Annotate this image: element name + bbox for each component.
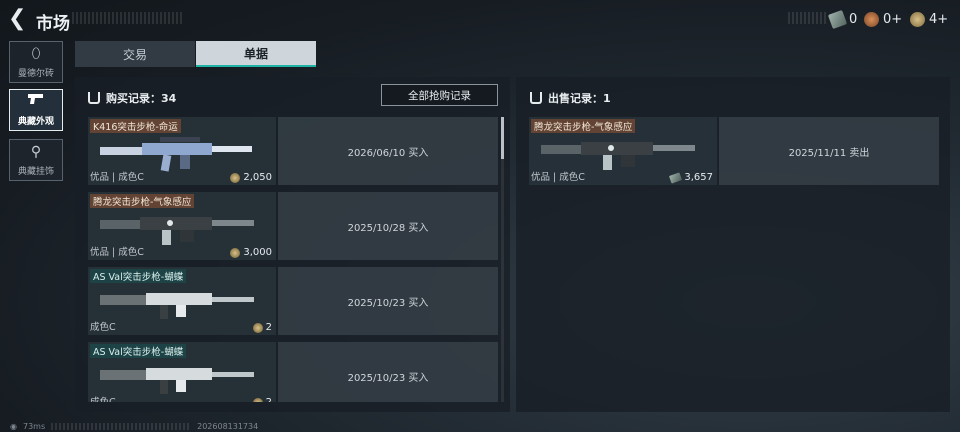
sidebar-item-label: 典藏挂饰 bbox=[17, 167, 54, 177]
currency-bronze-value: 0+ bbox=[883, 11, 903, 27]
tab-trade[interactable]: 交易 bbox=[75, 41, 195, 67]
item-price: 2,050 bbox=[230, 172, 272, 183]
ping-readout: 73ms bbox=[22, 421, 46, 431]
item-grade: 成色C bbox=[90, 322, 116, 333]
item-card: 腾龙突击步枪-气象感应 优品 | 成色C 3,657 bbox=[529, 117, 717, 185]
rifle-image bbox=[100, 137, 252, 172]
title-decoration bbox=[72, 12, 182, 24]
item-name: AS Val突击步枪-蝴蝶 bbox=[90, 344, 187, 358]
page-title: 市场 bbox=[36, 14, 70, 34]
sidebar-item-collection-skins[interactable]: 典藏外观 bbox=[9, 89, 63, 131]
item-price: 3,000 bbox=[230, 247, 272, 258]
list-item[interactable]: AS Val突击步枪-蝴蝶 成色C 2 2025/10/23 买入 bbox=[88, 342, 498, 402]
rifle-image bbox=[100, 217, 254, 245]
price-value: 3,657 bbox=[684, 172, 713, 183]
buy-records-header: 购买记录：34 bbox=[88, 90, 176, 106]
rifle-image bbox=[100, 293, 254, 319]
coin-bronze-icon bbox=[864, 11, 879, 27]
sidebar-item-label: 曼德尔砖 bbox=[17, 69, 54, 79]
tab-orders[interactable]: 单据 bbox=[196, 41, 316, 67]
brick-icon: ⬯ bbox=[31, 46, 41, 62]
charm-icon: ⚲ bbox=[30, 144, 42, 160]
rifle-image bbox=[541, 142, 695, 170]
sidebar-item-collection-charms[interactable]: ⚲ 典藏挂饰 bbox=[9, 139, 63, 181]
sell-records-header: 出售记录：1 bbox=[530, 90, 611, 106]
scrollbar-thumb[interactable] bbox=[501, 117, 504, 159]
coin-gold-icon bbox=[252, 397, 263, 402]
status-bar: ◉ 73ms 202608131734 bbox=[10, 420, 330, 432]
currency-gold-value: 4+ bbox=[929, 11, 949, 27]
list-item[interactable]: AS Val突击步枪-蝴蝶 成色C 2 2025/10/23 买入 bbox=[88, 267, 498, 335]
currency-bronze[interactable]: 0+ bbox=[864, 10, 902, 28]
item-grade: 优品 | 成色C bbox=[90, 172, 144, 183]
list-item[interactable]: 腾龙突击步枪-气象感应 优品 | 成色C 3,000 2025/10/28 买入 bbox=[88, 192, 498, 260]
buy-records-title: 购买记录：34 bbox=[106, 92, 177, 105]
scrollbar-track[interactable] bbox=[501, 117, 504, 402]
transaction-date: 2025/10/23 买入 bbox=[278, 342, 498, 402]
coin-gold-icon bbox=[910, 11, 925, 27]
buy-records-list[interactable]: K416突击步枪-命运 优品 | 成色C 2,050 2026/06/10 买入… bbox=[88, 117, 498, 402]
item-card: AS Val突击步枪-蝴蝶 成色C 2 bbox=[88, 342, 276, 402]
transaction-date: 2025/11/11 卖出 bbox=[719, 117, 939, 185]
wifi-icon: ◉ bbox=[10, 421, 17, 431]
coin-gold-icon bbox=[230, 247, 241, 258]
back-arrow-icon[interactable]: ❮ bbox=[8, 8, 30, 30]
currency-voucher[interactable]: 0 bbox=[827, 9, 858, 29]
item-card: K416突击步枪-命运 优品 | 成色C 2,050 bbox=[88, 117, 276, 185]
price-value: 3,000 bbox=[243, 247, 272, 258]
currency-decoration bbox=[788, 12, 828, 24]
rifle-image bbox=[100, 368, 254, 394]
coin-gold-icon bbox=[230, 172, 241, 183]
item-grade: 优品 | 成色C bbox=[90, 247, 144, 258]
item-name: K416突击步枪-命运 bbox=[90, 119, 181, 133]
list-item[interactable]: K416突击步枪-命运 优品 | 成色C 2,050 2026/06/10 买入 bbox=[88, 117, 498, 185]
currency-voucher-value: 0 bbox=[849, 11, 858, 27]
transaction-date: 2026/06/10 买入 bbox=[278, 117, 498, 185]
price-value: 2 bbox=[266, 397, 272, 402]
item-card: AS Val突击步枪-蝴蝶 成色C 2 bbox=[88, 267, 276, 335]
currency-gold[interactable]: 4+ bbox=[910, 10, 948, 28]
item-price: 3,657 bbox=[669, 171, 713, 184]
sidebar-item-label: 典藏外观 bbox=[17, 117, 54, 127]
transaction-date: 2025/10/23 买入 bbox=[278, 267, 498, 335]
sidebar-item-mandel-brick[interactable]: ⬯ 曼德尔砖 bbox=[9, 41, 63, 83]
price-value: 2,050 bbox=[243, 172, 272, 183]
build-number: 202608131734 bbox=[197, 421, 259, 431]
pistol-icon bbox=[27, 92, 45, 110]
price-value: 2 bbox=[265, 322, 272, 333]
item-card: 腾龙突击步枪-气象感应 优品 | 成色C 3,000 bbox=[88, 192, 276, 260]
cart-in-icon bbox=[88, 92, 100, 104]
item-grade: 成色C bbox=[90, 394, 116, 402]
voucher-icon bbox=[669, 171, 683, 184]
footer-decoration bbox=[51, 422, 192, 430]
all-snapup-records-button[interactable]: 全部抢购记录 bbox=[381, 84, 498, 106]
cart-out-icon bbox=[530, 92, 542, 104]
transaction-date: 2025/10/28 买入 bbox=[278, 192, 498, 260]
sell-records-title: 出售记录：1 bbox=[548, 92, 611, 105]
voucher-icon bbox=[827, 9, 848, 29]
item-price: 2 bbox=[252, 397, 272, 402]
item-grade: 优品 | 成色C bbox=[531, 172, 585, 183]
list-item[interactable]: 腾龙突击步枪-气象感应 优品 | 成色C 3,657 2025/11/11 卖出 bbox=[529, 117, 939, 185]
item-name: 腾龙突击步枪-气象感应 bbox=[90, 194, 195, 208]
coin-gold-icon bbox=[252, 322, 263, 333]
item-price: 2 bbox=[252, 322, 272, 333]
item-name: AS Val突击步枪-蝴蝶 bbox=[90, 269, 187, 283]
item-name: 腾龙突击步枪-气象感应 bbox=[531, 119, 636, 133]
